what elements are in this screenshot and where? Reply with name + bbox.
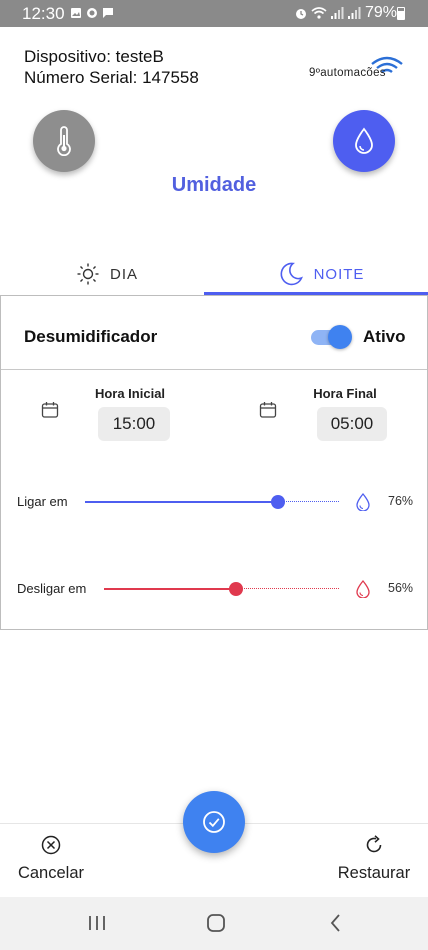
turn-off-slider-remaining [235,588,339,589]
active-mode-title: Umidade [171,174,257,196]
end-time-label: Hora Final [313,386,377,401]
status-time: 12:30 [22,4,65,23]
signal-icon [348,7,361,19]
active-toggle[interactable] [311,325,352,349]
temperature-mode-button[interactable] [33,110,95,172]
water-drop-icon [355,127,373,154]
start-time-field[interactable]: 15:00 [98,407,170,441]
sun-icon [77,263,99,285]
wifi-icon [311,7,327,19]
battery-percent: 79% [365,4,398,21]
home-icon[interactable] [204,911,228,935]
end-time-field[interactable]: 05:00 [317,407,387,441]
battery-icon [397,7,405,20]
refresh-icon [366,835,382,853]
turn-off-slider-thumb[interactable] [228,582,243,596]
device-type-title: Desumidificador [24,327,158,346]
system-nav-bar [0,897,428,950]
turn-on-slider-fill [85,501,279,503]
status-bar: 12:30 79% [0,0,428,27]
cancel-label: Cancelar [17,864,85,882]
calendar-icon [259,402,277,418]
brand-name: 9ºautomacões [309,67,386,79]
humidity-mode-button[interactable] [333,110,395,172]
alarm-icon [296,9,306,19]
start-time-label: Hora Inicial [94,386,166,401]
turn-on-slider-thumb[interactable] [271,495,286,509]
restore-label: Restaurar [337,864,411,882]
image-icon [71,8,81,18]
tab-noite[interactable]: NOITE [214,252,428,296]
signal-app-icon [87,8,97,18]
turn-off-value: 56% [388,581,414,595]
water-drop-icon [356,580,370,598]
recent-apps-icon[interactable] [85,911,109,935]
card-divider [1,369,427,370]
device-name: Dispositivo: testeB [24,47,164,66]
turn-off-slider-fill [104,588,236,590]
toggle-status-label: Ativo [363,327,406,346]
thermometer-icon [57,126,71,156]
confirm-button[interactable] [183,791,245,853]
turn-off-label: Desligar em [17,581,87,596]
water-drop-icon [356,493,370,511]
status-notification-icons [70,7,114,19]
turn-on-label: Ligar em [17,494,68,509]
cancel-circle-icon [41,835,61,855]
turn-on-value: 76% [388,494,414,508]
signal-icon [331,7,344,19]
back-icon[interactable] [324,911,348,935]
toggle-thumb [328,325,352,349]
calendar-icon [41,402,59,418]
cancel-button[interactable]: Cancelar [15,834,87,883]
tab-dia[interactable]: DIA [0,252,214,296]
message-icon [103,8,113,18]
tab-dia-label: DIA [109,265,138,283]
turn-on-slider-remaining [278,501,339,502]
dehumidifier-card: Desumidificador Ativo Hora Inicial 15:00… [0,295,428,630]
check-circle-icon [203,811,225,833]
restore-button[interactable]: Restaurar [334,834,414,883]
status-system-icons [294,6,361,20]
moon-icon [280,262,303,286]
device-serial: Número Serial: 147558 [24,68,199,87]
tab-noite-label: NOITE [313,265,365,283]
